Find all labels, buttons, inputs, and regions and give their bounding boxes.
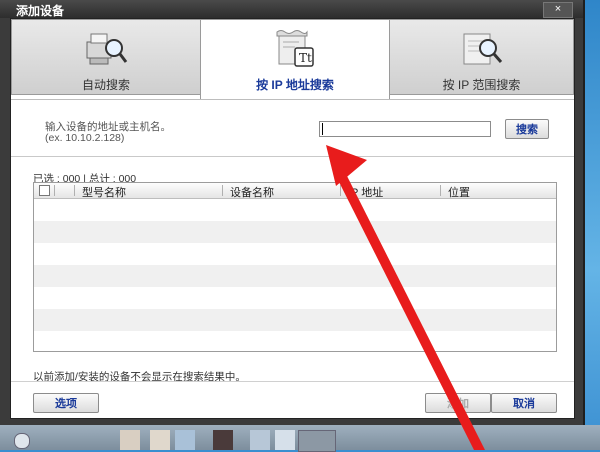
taskbar-app-icon[interactable]	[250, 430, 270, 450]
search-button[interactable]: 搜索	[505, 119, 549, 139]
cancel-button[interactable]: 取消	[491, 393, 557, 413]
text-caret	[322, 123, 323, 135]
taskbar-app-icon[interactable]	[213, 430, 233, 450]
tab-ip-address-label: 按 IP 地址搜索	[256, 78, 334, 92]
document-magnifier-icon	[463, 33, 502, 65]
column-location[interactable]: 位置	[448, 184, 470, 200]
svg-text:Tt: Tt	[299, 51, 312, 65]
tab-auto-search[interactable]: 自动搜索	[11, 19, 201, 95]
taskbar-app-icon[interactable]	[175, 430, 195, 450]
ip-example-text: (ex. 10.10.2.128)	[45, 132, 125, 144]
tab-ip-address[interactable]: Tt 按 IP 地址搜索	[200, 19, 390, 99]
tab-divider	[11, 99, 574, 100]
column-separator	[222, 185, 223, 196]
column-model-name[interactable]: 型号名称	[82, 184, 126, 200]
taskbar-app-icon[interactable]	[150, 430, 170, 450]
tab-auto-search-label: 自动搜索	[81, 78, 130, 92]
column-device-name[interactable]: 设备名称	[230, 184, 274, 200]
taskbar-app-icon[interactable]	[275, 430, 295, 450]
section-divider	[11, 156, 574, 157]
column-separator	[74, 185, 75, 196]
table-row	[34, 287, 556, 309]
title-bar: 添加设备 ×	[0, 0, 583, 18]
select-all-checkbox[interactable]	[39, 185, 50, 196]
table-row	[34, 199, 556, 221]
table-row	[34, 331, 556, 351]
add-device-dialog: 添加设备 × 自动搜索 Tt 按 IP 地址搜索 按 IP 范围搜索 输入设备的…	[0, 0, 585, 425]
taskbar	[0, 425, 600, 452]
close-button[interactable]: ×	[543, 2, 573, 18]
start-orb-icon[interactable]	[14, 433, 30, 449]
column-separator	[440, 185, 441, 196]
taskbar-app-icon[interactable]	[120, 430, 140, 450]
text-document-icon: Tt	[276, 30, 314, 67]
window-title: 添加设备	[16, 4, 65, 18]
ip-address-input[interactable]	[319, 121, 491, 137]
tab-ip-range-label: 按 IP 范围搜索	[442, 78, 521, 92]
options-button[interactable]: 选项	[33, 393, 99, 413]
dialog-content: 自动搜索 Tt 按 IP 地址搜索 按 IP 范围搜索 输入设备的地址或主机名。…	[10, 18, 575, 419]
table-row	[34, 265, 556, 287]
table-header: 型号名称 设备名称 IP 地址 位置	[34, 183, 556, 199]
search-tabs: 自动搜索 Tt 按 IP 地址搜索 按 IP 范围搜索	[11, 19, 574, 99]
column-ip-address[interactable]: IP 地址	[348, 184, 383, 200]
table-row	[34, 309, 556, 331]
footer-divider	[11, 381, 574, 382]
taskbar-more-icon[interactable]	[298, 430, 336, 452]
tab-ip-range[interactable]: 按 IP 范围搜索	[389, 19, 574, 95]
printer-magnifier-icon	[86, 33, 128, 65]
column-separator	[340, 185, 341, 196]
device-table: 型号名称 设备名称 IP 地址 位置	[33, 182, 557, 352]
table-row	[34, 221, 556, 243]
table-row	[34, 243, 556, 265]
add-button[interactable]: 添加	[425, 393, 491, 413]
column-separator	[54, 185, 55, 196]
